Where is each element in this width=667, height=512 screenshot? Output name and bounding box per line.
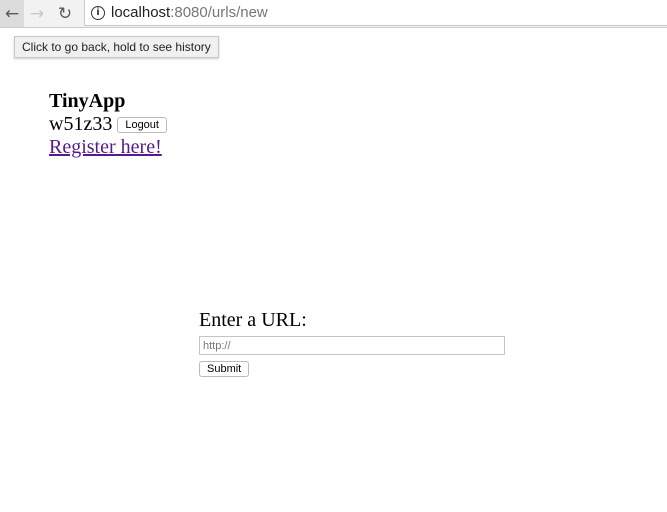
arrow-right-icon: →: [29, 3, 45, 24]
user-row: w51z33 Logout: [49, 113, 167, 136]
brand-title: TinyApp: [49, 90, 126, 112]
arrow-left-icon: ←: [4, 3, 20, 24]
url-input[interactable]: [199, 336, 505, 355]
url-path: :8080/urls/new: [170, 4, 268, 21]
url-host: localhost: [111, 4, 171, 21]
back-button[interactable]: ←: [0, 0, 24, 27]
username: w51z33: [49, 113, 113, 135]
address-bar[interactable]: i localhost:8080/urls/new: [84, 0, 667, 26]
back-tooltip: Click to go back, hold to see history: [14, 36, 219, 58]
browser-toolbar: ← → ↻ i localhost:8080/urls/new: [0, 0, 667, 28]
reload-icon: ↻: [57, 3, 73, 24]
reload-button[interactable]: ↻: [53, 0, 77, 27]
forward-button[interactable]: →: [25, 0, 49, 27]
submit-button[interactable]: Submit: [199, 361, 250, 377]
new-url-form: Enter a URL: Submit: [199, 309, 505, 377]
page-header: TinyApp w51z33 Logout Register here!: [49, 90, 167, 159]
register-link[interactable]: Register here!: [49, 136, 162, 158]
url-label: Enter a URL:: [199, 309, 307, 331]
logout-button[interactable]: Logout: [117, 117, 167, 133]
info-icon[interactable]: i: [91, 5, 105, 20]
